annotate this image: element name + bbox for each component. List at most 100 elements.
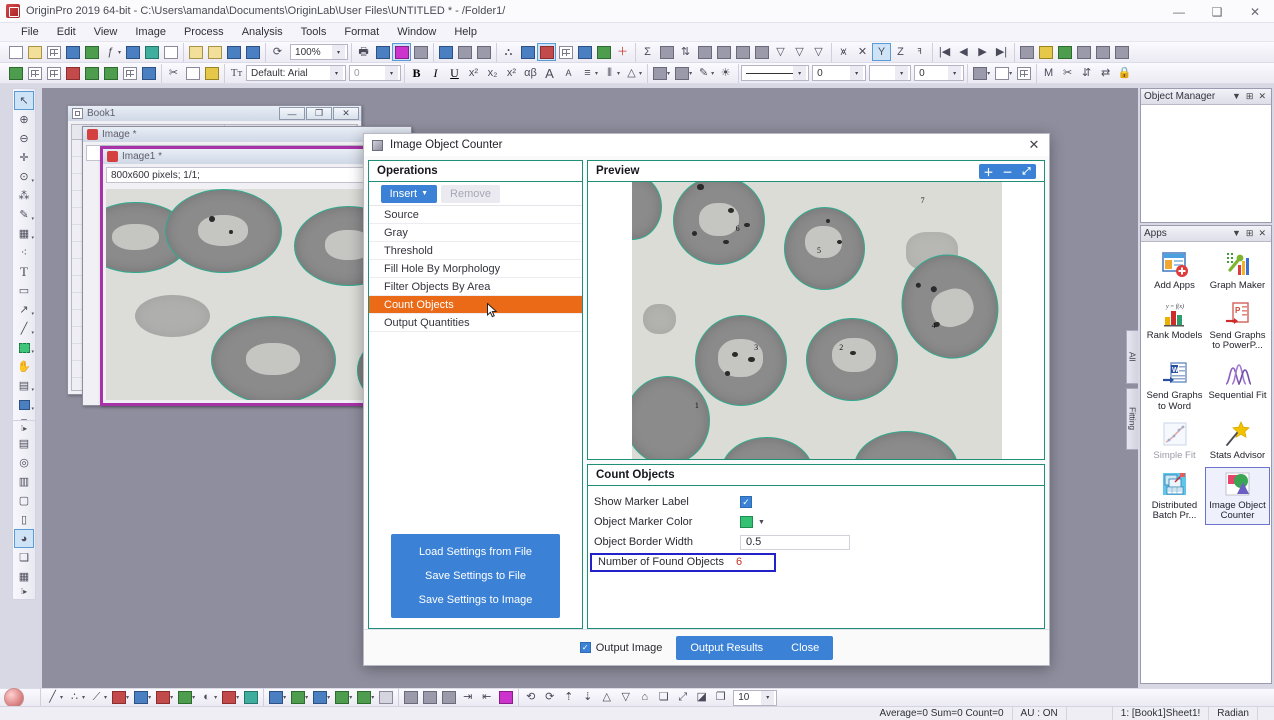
sidetab-all[interactable]: All (1126, 330, 1138, 384)
font-name-combo[interactable]: Default: Arial ▾ (246, 65, 346, 81)
filter-edit-icon[interactable]: ▽ (809, 43, 828, 61)
align-vertical-icon[interactable]: ⇵ (1077, 64, 1096, 82)
last-icon[interactable]: ▶| (992, 43, 1011, 61)
highlight-icon[interactable] (1036, 43, 1055, 61)
operation-item-source[interactable]: Source (369, 206, 582, 224)
line-tool-icon[interactable]: ╱ ▾ (14, 319, 34, 338)
stretch-icon[interactable]: ⤢ (673, 689, 692, 707)
line-size-combo[interactable]: 0 ▾ (914, 65, 965, 81)
hatch-fill-icon[interactable] (970, 64, 989, 82)
blank-plot-icon[interactable] (376, 689, 395, 707)
arrow-tool-icon[interactable]: ↗ ▾ (14, 300, 34, 319)
add-row-icon[interactable]: ＋ (613, 43, 632, 61)
show-marker-label-checkbox[interactable]: ✓ (740, 496, 752, 508)
swap-columns-icon[interactable] (82, 64, 101, 82)
hide-icon[interactable] (1093, 43, 1112, 61)
contour-map-icon[interactable] (288, 689, 307, 707)
operation-item-count-objects[interactable]: Count Objects (369, 296, 582, 314)
line-style-dropdown-icon[interactable]: ▾ (793, 66, 807, 80)
zoom-out-icon[interactable]: － (998, 164, 1017, 179)
statistical-plot-icon[interactable] (266, 689, 285, 707)
line-color-icon[interactable]: ✎ (694, 64, 713, 82)
floating-bar-icon[interactable] (219, 689, 238, 707)
globe-icon[interactable] (594, 43, 613, 61)
app-graph-maker[interactable]: Graph Maker (1206, 248, 1269, 294)
mask-range-icon[interactable] (1074, 43, 1093, 61)
underline-button[interactable]: U (445, 64, 464, 82)
load-settings-from-file-button[interactable]: Load Settings from File (391, 540, 560, 564)
line-width-dropdown-icon[interactable]: ▾ (850, 66, 864, 80)
toolbar-expand-top-icon[interactable]: ⁞▸ (14, 423, 34, 434)
screen-reader-tool-icon[interactable]: ✛ (14, 148, 34, 167)
decrease-font-button[interactable]: A (559, 64, 578, 82)
menu-image[interactable]: Image (126, 25, 175, 39)
region-select-tool-icon[interactable]: ▾ (14, 338, 34, 357)
histogram-icon[interactable] (733, 43, 752, 61)
pointer-tool-icon[interactable]: ↖ (14, 91, 34, 110)
menu-edit[interactable]: Edit (48, 25, 85, 39)
maximize-button[interactable]: ❑ (1198, 0, 1236, 23)
copy-icon[interactable] (183, 64, 202, 82)
dialog-close-button[interactable]: ✕ (1019, 134, 1049, 156)
resize-icon[interactable]: ❏ (654, 689, 673, 707)
preview-image[interactable]: 1 2 3 4 5 6 7 (588, 182, 1044, 459)
object-marker-color-dropdown-icon[interactable]: ▼ (753, 516, 770, 528)
x-function-icon[interactable]: ✕ (853, 43, 872, 61)
font-size-dropdown-icon[interactable]: ▾ (385, 66, 398, 80)
pie-plot-icon[interactable]: ◐ (197, 689, 216, 707)
split-objects-icon[interactable]: ✂ (1058, 64, 1077, 82)
new-layout-icon[interactable] (161, 43, 180, 61)
normalize-icon[interactable] (695, 43, 714, 61)
open-icon[interactable] (186, 43, 205, 61)
previous-icon[interactable]: ◀ (954, 43, 973, 61)
triangle-icon[interactable]: △ (622, 64, 641, 82)
operation-item-gray[interactable]: Gray (369, 224, 582, 242)
menu-view[interactable]: View (85, 25, 127, 39)
lock-icon[interactable]: 🔒 (1115, 64, 1134, 82)
delete-column-icon[interactable] (63, 64, 82, 82)
report-icon[interactable] (575, 43, 594, 61)
book1-restore-button[interactable]: ❐ (306, 107, 332, 120)
increase-font-button[interactable]: A (540, 64, 559, 82)
font-name-dropdown-icon[interactable]: ▾ (330, 66, 343, 80)
insert-rows-icon[interactable] (120, 64, 139, 82)
sort-icon[interactable]: ⇅ (676, 43, 695, 61)
pan-tool-icon[interactable]: ✋ (14, 357, 34, 376)
line-symbol-plot-icon[interactable]: ⟋ (87, 689, 106, 707)
object-manager-pin-icon[interactable]: ⊞ (1246, 91, 1254, 102)
scatter-tool-icon[interactable]: ⁖ (14, 243, 34, 262)
insert-image-tool-icon[interactable]: ▾ (14, 395, 34, 414)
italic-button[interactable]: I (426, 64, 445, 82)
rotate-step-dropdown-icon[interactable]: ▾ (761, 690, 775, 705)
book1-close-button[interactable]: ✕ (333, 107, 359, 120)
roi-select-icon[interactable] (537, 43, 557, 61)
film-icon[interactable] (411, 43, 430, 61)
output-image-checkbox[interactable]: ✓ (579, 642, 591, 653)
columns-icon[interactable]: ⦀ (600, 64, 619, 82)
show-masked-icon[interactable] (439, 689, 458, 707)
operation-item-fill-hole-by-morphology[interactable]: Fill Hole By Morphology (369, 260, 582, 278)
refresh-icon[interactable]: ⟳ (268, 43, 287, 61)
next-icon[interactable]: ▶ (973, 43, 992, 61)
cut-icon[interactable]: ✂ (164, 64, 183, 82)
new-folder-icon[interactable] (25, 43, 44, 61)
print-icon[interactable]: 🖶 (354, 43, 373, 61)
grid-table-icon[interactable] (1014, 64, 1033, 82)
edit-mode-icon[interactable] (436, 43, 455, 61)
fit-to-window-icon[interactable]: ⤢ (1017, 164, 1036, 179)
align-right-icon[interactable]: ⇤ (477, 689, 496, 707)
menu-format[interactable]: Format (335, 25, 388, 39)
data-select-icon[interactable] (518, 43, 537, 61)
new-workbook-icon[interactable] (44, 43, 63, 61)
speedmode-icon[interactable]: ◕ (14, 529, 34, 548)
skew-icon[interactable]: ◪ (692, 689, 711, 707)
insert-graph-tool-icon[interactable]: ▤ ▾ (14, 376, 34, 395)
arrange-rows-icon[interactable] (455, 43, 474, 61)
greek-button[interactable]: αβ (521, 64, 540, 82)
line-type-combo[interactable]: ▾ (869, 65, 912, 81)
new-excel-icon[interactable] (142, 43, 161, 61)
new-notes-icon[interactable] (123, 43, 142, 61)
brightness-icon[interactable]: ☀ (716, 64, 735, 82)
data-reader-tool-icon[interactable]: ⊙ ▾ (14, 167, 34, 186)
duplicate-3d-icon[interactable]: ❐ (711, 689, 730, 707)
